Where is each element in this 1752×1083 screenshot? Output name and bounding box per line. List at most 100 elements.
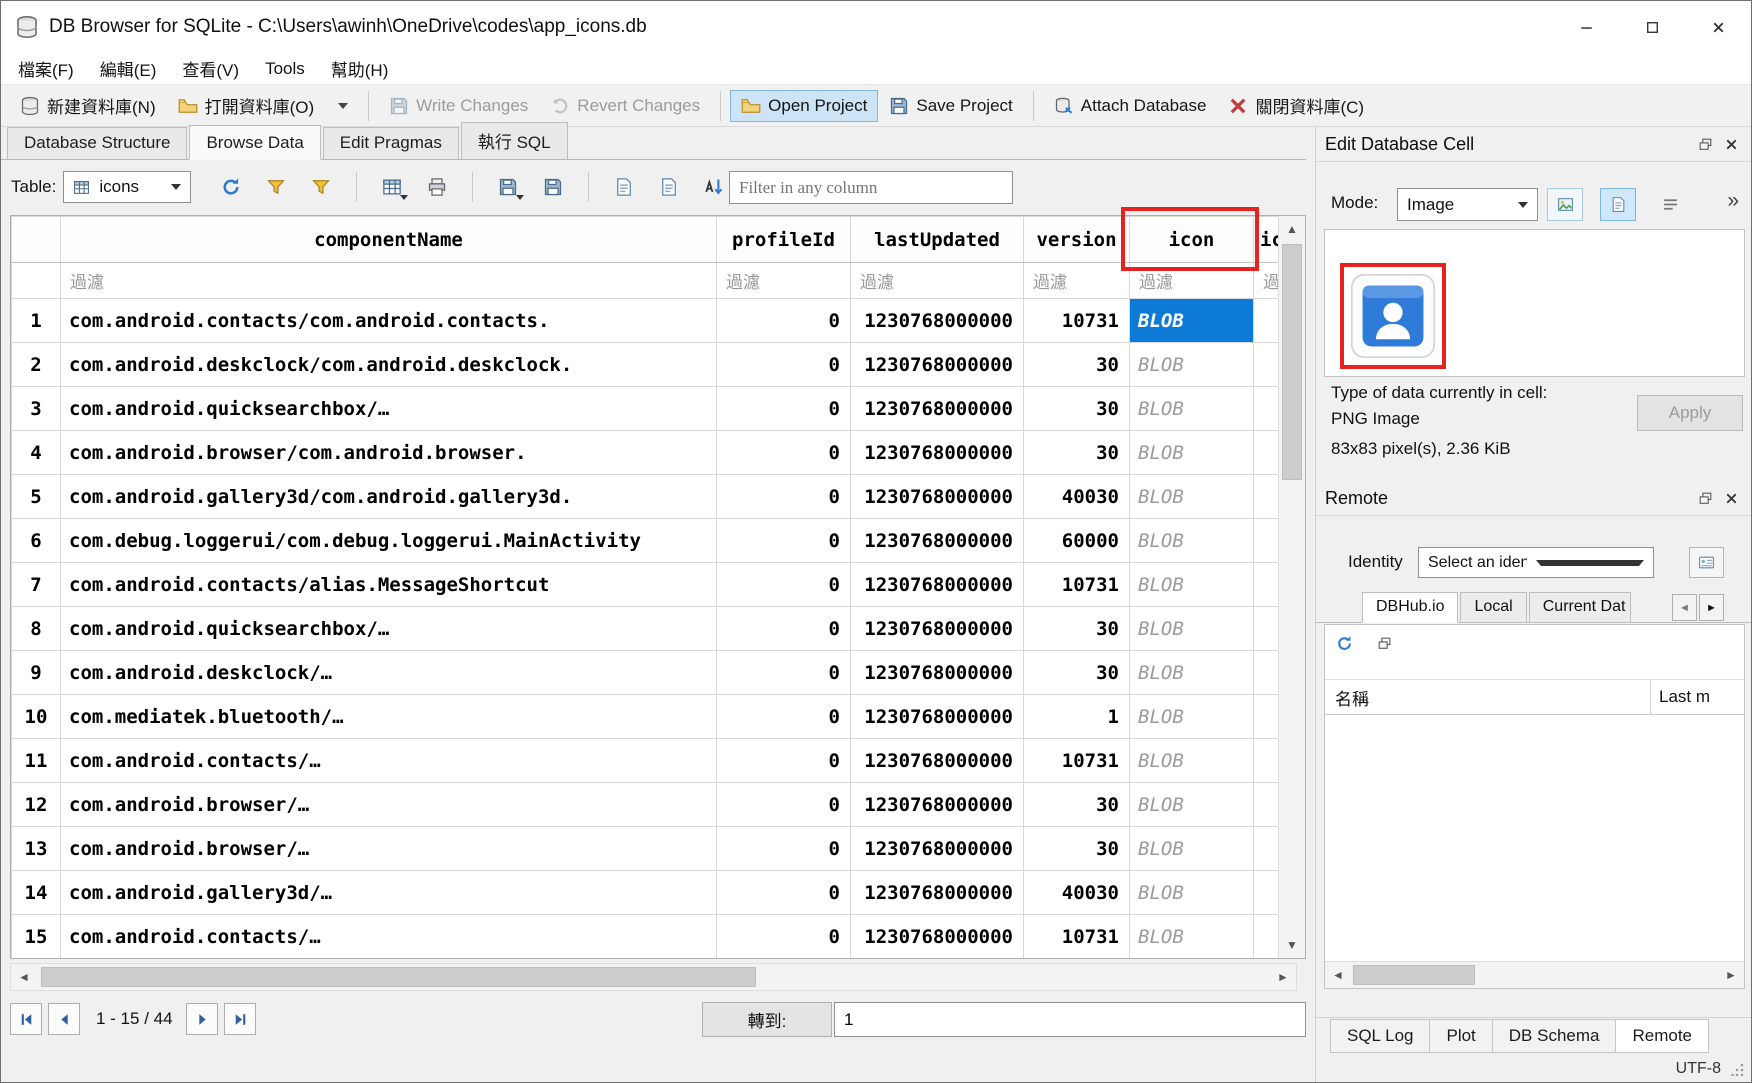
cell-overflow[interactable] [1254, 343, 1280, 387]
cell-icon-blob[interactable]: BLOB [1130, 387, 1254, 431]
cell-overflow[interactable] [1254, 915, 1280, 959]
dock-tab-sql-log[interactable]: SQL Log [1330, 1019, 1430, 1053]
cell-overflow[interactable] [1254, 387, 1280, 431]
import-data-button[interactable] [534, 170, 572, 204]
last-record-button[interactable] [224, 1003, 256, 1035]
horizontal-scrollbar-thumb[interactable] [41, 967, 756, 987]
cell-icon-blob[interactable]: BLOB [1130, 431, 1254, 475]
table-row[interactable]: 1com.android.contacts/com.android.contac… [12, 299, 1280, 343]
cell-lastupdated[interactable]: 1230768000000 [851, 519, 1024, 563]
minimize-button[interactable] [1553, 1, 1619, 53]
encoding-indicator[interactable]: UTF-8 [1676, 1060, 1721, 1078]
cell-overflow[interactable] [1254, 475, 1280, 519]
table-row[interactable]: 9com.android.deskclock/…0123076800000030… [12, 651, 1280, 695]
cell-icon-blob[interactable]: BLOB [1130, 783, 1254, 827]
table-row[interactable]: 3com.android.quicksearchbox/…01230768000… [12, 387, 1280, 431]
remote-tab-dbhub[interactable]: DBHub.io [1362, 592, 1458, 623]
cell-lastupdated[interactable]: 1230768000000 [851, 343, 1024, 387]
cell-version[interactable]: 30 [1024, 431, 1130, 475]
cell-icon-blob[interactable]: BLOB [1130, 651, 1254, 695]
cell-icon-blob[interactable]: BLOB [1130, 299, 1254, 343]
menu-view[interactable]: 查看(V) [169, 52, 252, 85]
cell-overflow[interactable] [1254, 607, 1280, 651]
cell-overflow[interactable] [1254, 519, 1280, 563]
cell-overflow[interactable] [1254, 563, 1280, 607]
cell-componentname[interactable]: com.android.contacts/… [61, 739, 717, 783]
cell-version[interactable]: 30 [1024, 607, 1130, 651]
identity-select[interactable]: Select an identity to conne [1418, 547, 1654, 578]
cell-icon-blob[interactable]: BLOB [1130, 915, 1254, 959]
row-number[interactable]: 5 [12, 475, 61, 519]
cell-componentname[interactable]: com.android.contacts/com.android.contact… [61, 299, 717, 343]
cell-profileid[interactable]: 0 [717, 387, 851, 431]
cell-profileid[interactable]: 0 [717, 299, 851, 343]
cell-lastupdated[interactable]: 1230768000000 [851, 827, 1024, 871]
tab-scroll-right-button[interactable]: ► [1699, 594, 1724, 621]
table-row[interactable]: 13com.android.browser/…0123076800000030B… [12, 827, 1280, 871]
cell-icon-blob[interactable]: BLOB [1130, 475, 1254, 519]
row-number[interactable]: 4 [12, 431, 61, 475]
scroll-up-arrow[interactable]: ▲ [1279, 216, 1305, 242]
cell-profileid[interactable]: 0 [717, 519, 851, 563]
toolbar-overflow-chevron[interactable]: » [1727, 189, 1739, 213]
column-header-profileid[interactable]: profileId [717, 217, 851, 263]
open-database-dropdown[interactable] [327, 97, 359, 115]
export-data-button[interactable] [489, 170, 527, 204]
row-number[interactable]: 14 [12, 871, 61, 915]
cell-profileid[interactable]: 0 [717, 695, 851, 739]
table-row[interactable]: 6com.debug.loggerui/com.debug.loggerui.M… [12, 519, 1280, 563]
cell-lastupdated[interactable]: 1230768000000 [851, 563, 1024, 607]
row-number[interactable]: 3 [12, 387, 61, 431]
cell-lastupdated[interactable]: 1230768000000 [851, 431, 1024, 475]
cell-lastupdated[interactable]: 1230768000000 [851, 299, 1024, 343]
cell-overflow[interactable] [1254, 299, 1280, 343]
scroll-right-arrow[interactable]: ► [1270, 964, 1296, 990]
binary-mode-button[interactable] [1652, 188, 1688, 221]
table-row[interactable]: 12com.android.browser/…0123076800000030B… [12, 783, 1280, 827]
cell-version[interactable]: 10731 [1024, 739, 1130, 783]
row-number[interactable]: 12 [12, 783, 61, 827]
cell-componentname[interactable]: com.android.contacts/… [61, 915, 717, 959]
previous-record-button[interactable] [48, 1003, 80, 1035]
apply-button[interactable]: Apply [1637, 395, 1743, 431]
cell-profileid[interactable]: 0 [717, 563, 851, 607]
resize-grip[interactable] [1731, 1062, 1745, 1076]
cell-icon-blob[interactable]: BLOB [1130, 827, 1254, 871]
cell-version[interactable]: 30 [1024, 783, 1130, 827]
row-number[interactable]: 11 [12, 739, 61, 783]
cell-profileid[interactable]: 0 [717, 343, 851, 387]
open-project-button[interactable]: Open Project [730, 90, 878, 122]
cell-version[interactable]: 40030 [1024, 871, 1130, 915]
table-row[interactable]: 2com.android.deskclock/com.android.deskc… [12, 343, 1280, 387]
cell-overflow[interactable] [1254, 431, 1280, 475]
table-select[interactable]: icons [63, 171, 191, 203]
cell-lastupdated[interactable]: 1230768000000 [851, 783, 1024, 827]
remote-scrollbar-thumb[interactable] [1353, 965, 1475, 985]
revert-changes-button[interactable]: Revert Changes [539, 90, 711, 122]
table-row[interactable]: 10com.mediatek.bluetooth/…01230768000000… [12, 695, 1280, 739]
dock-tab-db-schema[interactable]: DB Schema [1492, 1019, 1617, 1053]
tab-execute-sql[interactable]: 執行 SQL [461, 122, 568, 159]
menu-edit[interactable]: 編輯(E) [87, 52, 170, 85]
vertical-scrollbar-thumb[interactable] [1282, 244, 1302, 480]
filter-input-version[interactable]: 過濾 [1024, 263, 1130, 299]
close-panel-button[interactable] [1718, 131, 1744, 157]
maximize-button[interactable] [1619, 1, 1685, 53]
cell-version[interactable]: 10731 [1024, 563, 1130, 607]
table-row[interactable]: 11com.android.contacts/…0123076800000010… [12, 739, 1280, 783]
cell-version[interactable]: 30 [1024, 387, 1130, 431]
text-mode-button[interactable] [1600, 188, 1636, 221]
cell-profileid[interactable]: 0 [717, 607, 851, 651]
identity-settings-button[interactable] [1689, 547, 1724, 578]
row-number[interactable]: 8 [12, 607, 61, 651]
save-filter-button[interactable] [302, 170, 340, 204]
cell-componentname[interactable]: com.mediatek.bluetooth/… [61, 695, 717, 739]
corner-header[interactable] [12, 217, 61, 263]
global-filter-input[interactable] [729, 171, 1013, 204]
cell-version[interactable]: 10731 [1024, 915, 1130, 959]
cell-profileid[interactable]: 0 [717, 915, 851, 959]
remote-lastmodified-column-header[interactable]: Last m [1651, 680, 1744, 714]
cell-componentname[interactable]: com.android.deskclock/com.android.deskcl… [61, 343, 717, 387]
float-panel-button[interactable] [1692, 131, 1718, 157]
mode-select[interactable]: Image [1397, 188, 1538, 221]
